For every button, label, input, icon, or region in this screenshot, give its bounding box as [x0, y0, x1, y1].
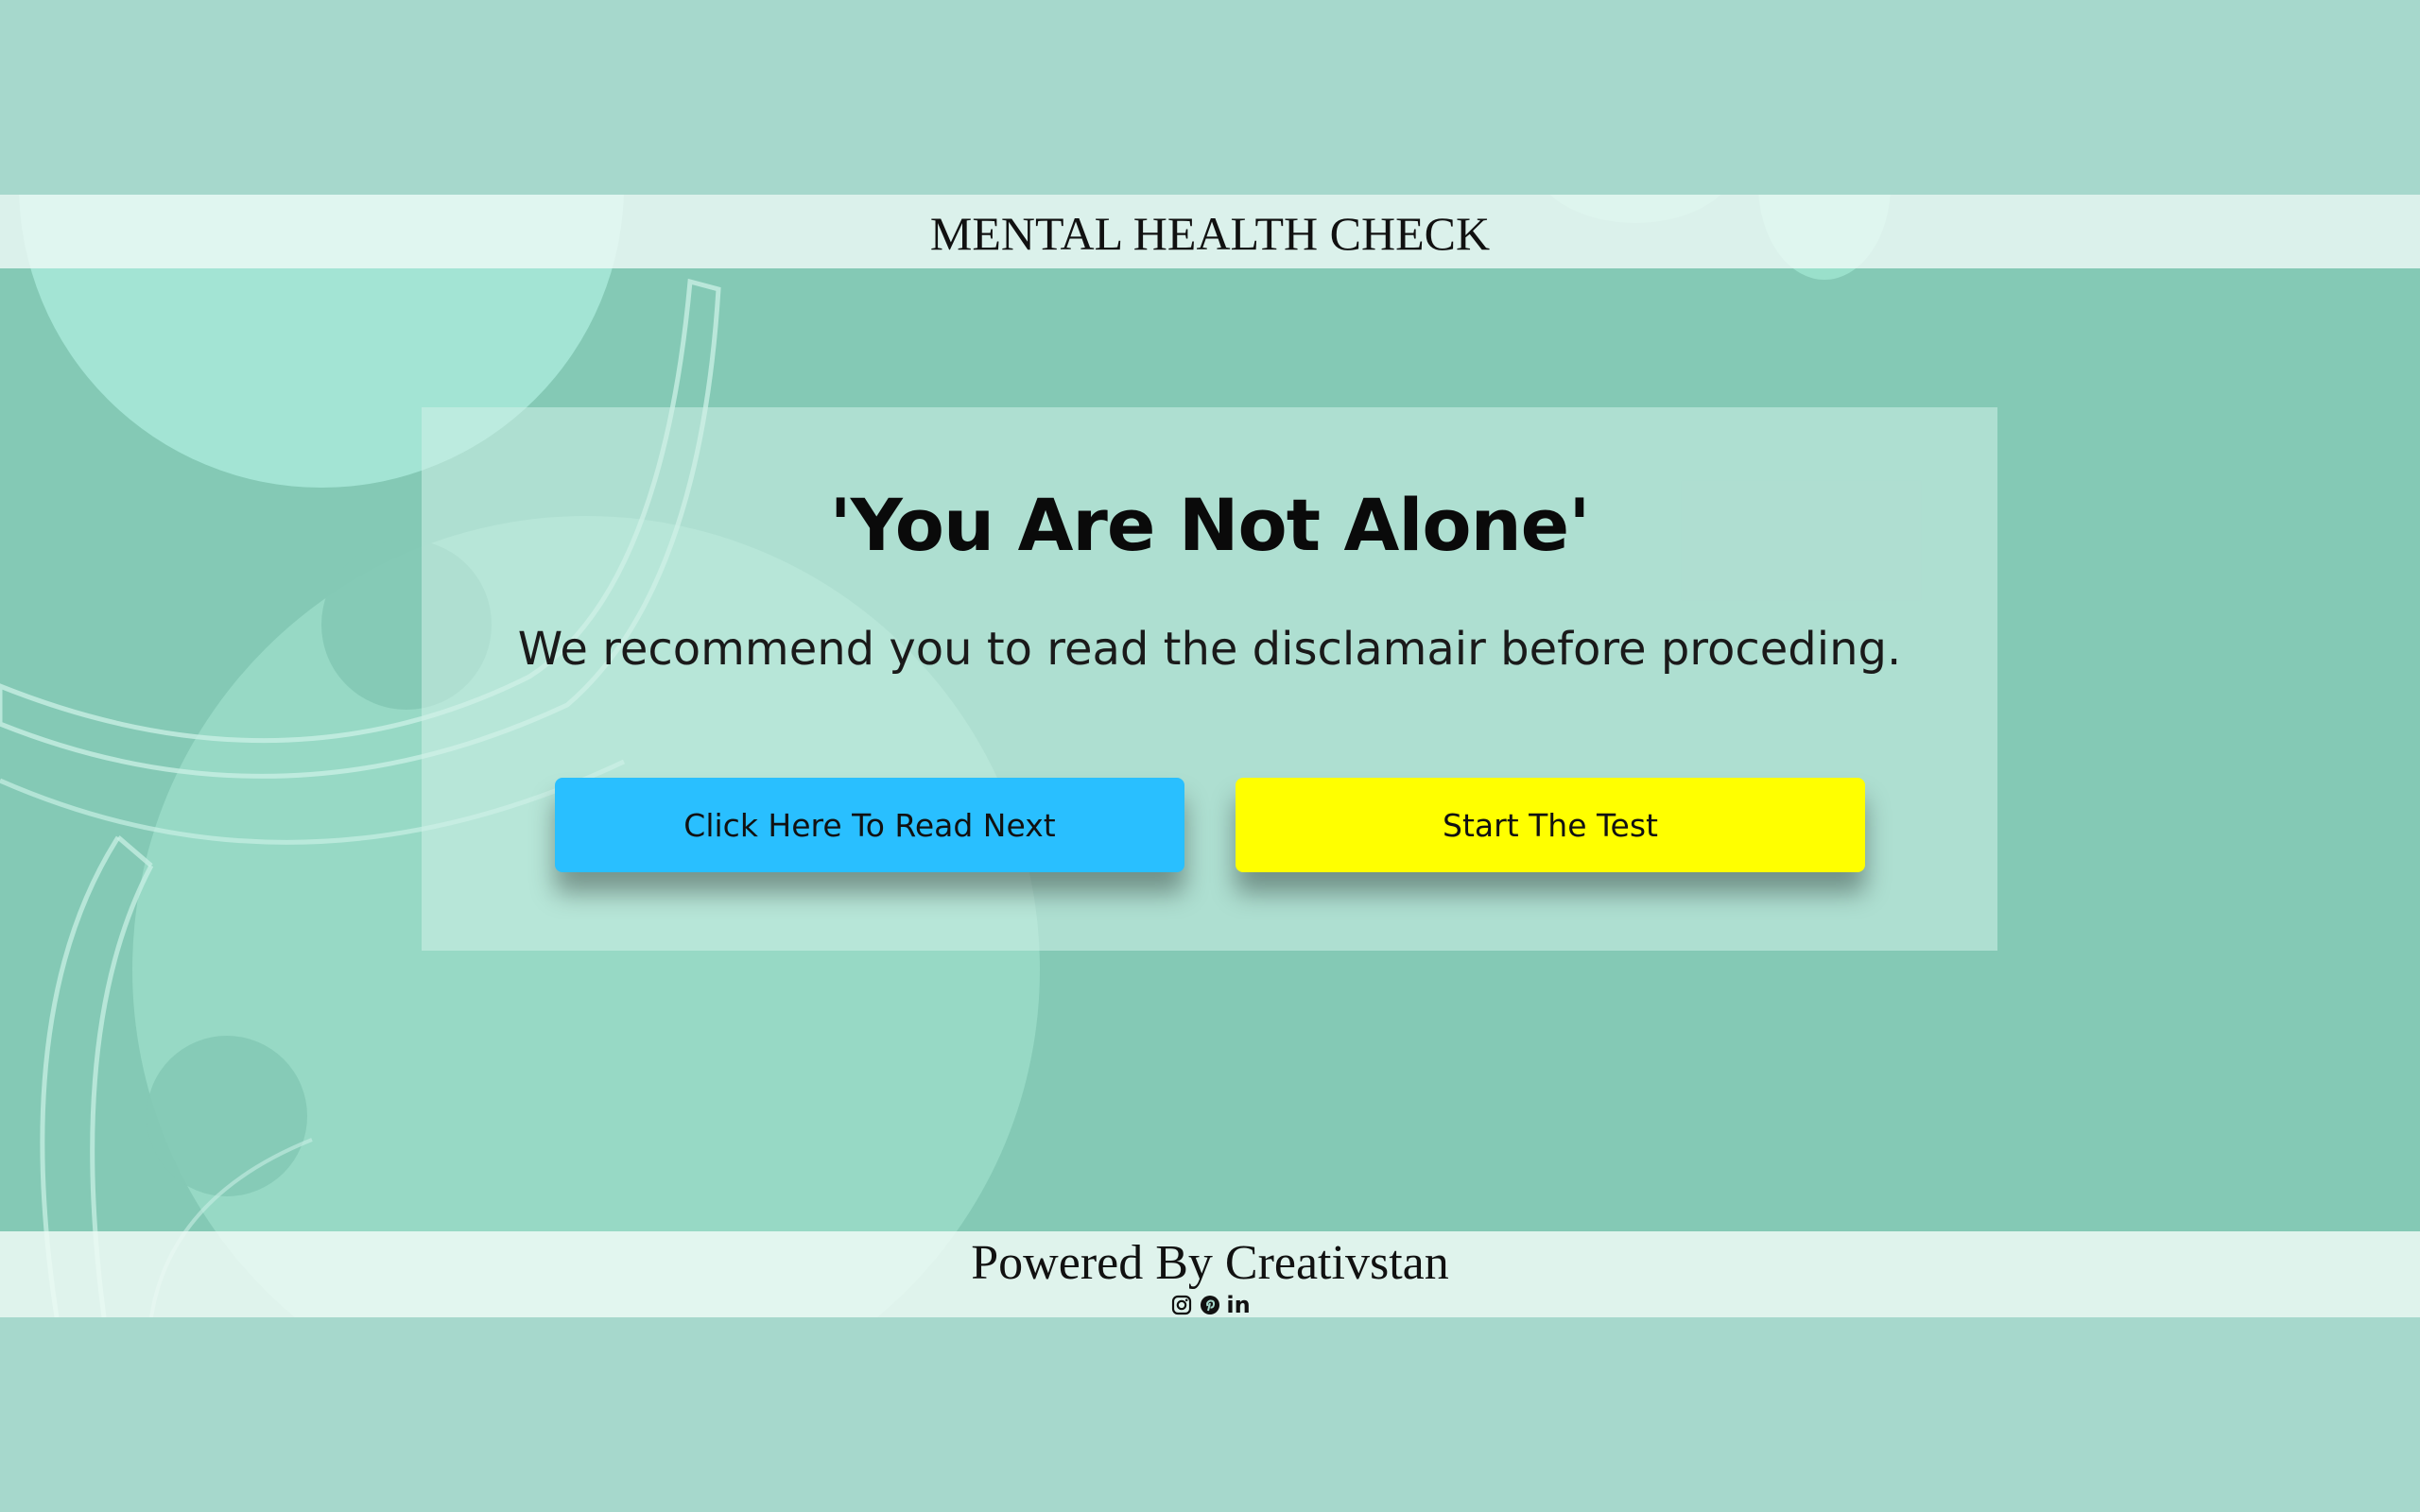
linkedin-label: in [1226, 1292, 1251, 1318]
social-links: in [0, 1294, 2420, 1316]
card-heading: 'You Are Not Alone' [829, 483, 1590, 567]
page: MENTAL HEALTH CHECK 'You Are Not Alone' … [0, 0, 2420, 1512]
card-description: We recommend you to read the disclamair … [517, 623, 1902, 676]
footer-credit: Powered By Creativstan [971, 1236, 1449, 1290]
start-test-button[interactable]: Start The Test [1236, 778, 1865, 872]
linkedin-icon[interactable]: in [1226, 1292, 1251, 1318]
pinterest-icon[interactable] [1199, 1294, 1221, 1316]
intro-card: 'You Are Not Alone' We recommend you to … [422, 407, 1997, 951]
site-header: MENTAL HEALTH CHECK [0, 195, 2420, 268]
site-title: MENTAL HEALTH CHECK [929, 207, 1491, 260]
instagram-icon[interactable] [1170, 1294, 1193, 1316]
read-next-button[interactable]: Click Here To Read Next [555, 778, 1184, 872]
site-footer: Powered By Creativstan in [0, 1231, 2420, 1317]
